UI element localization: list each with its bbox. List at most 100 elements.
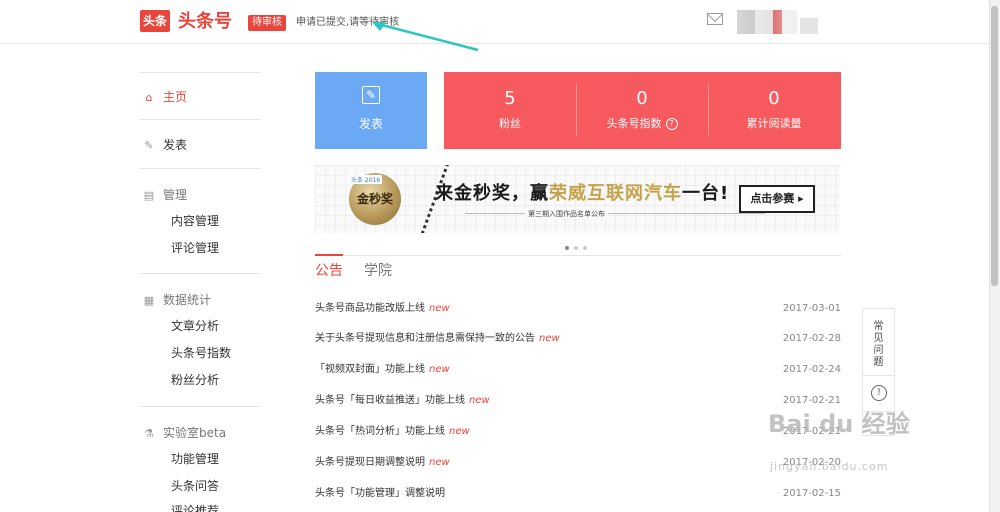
sidebar-section-stats: ▦ 数据统计 [143,292,211,309]
announcement-title: 关于头条号提现信息和注册信息需保持一致的公告 [315,333,535,344]
sidebar-item-qa[interactable]: 头条问答 [171,478,219,494]
watermark-main: Bai du 经验 [768,410,910,438]
publish-card[interactable]: ✎ 发表 [315,72,427,149]
baidu-watermark: Bai du 经验 jingyan.baidu.com [768,404,910,473]
sidebar-item-publish[interactable]: ✎ 发表 [143,137,187,154]
announcement-date: 2017-02-15 [782,488,841,499]
tab-academy[interactable]: 学院 [364,262,392,280]
sidebar-item-content-manage[interactable]: 内容管理 [171,213,219,229]
announcement-title: 头条号「热词分析」功能上线 [315,426,445,437]
sidebar-item-fans-analysis[interactable]: 粉丝分析 [171,372,219,388]
sidebar-section-label: 数据统计 [163,293,212,307]
publish-card-label: 发表 [358,117,383,131]
join-button[interactable]: 点击参赛 ▸ [739,185,815,213]
announcement-title: 头条号「每日收益推送」功能上线 [315,395,465,406]
announcement-row[interactable]: 关于头条号提现信息和注册信息需保持一致的公告 new 2017-02-28 [315,331,841,347]
announcement-row[interactable]: 头条号「每日收益推送」功能上线 new 2017-02-21 [315,393,841,409]
chart-icon: ▦ [143,294,155,307]
edit-icon: ✎ [144,139,154,152]
stat-account-index[interactable]: 0 头条号指数? [576,72,708,149]
active-tab-indicator [315,254,343,256]
new-tag: new [429,364,450,375]
sidebar-item-comment-recommend[interactable]: 评论推荐 [171,503,219,512]
banner-subtitle: 第三期入围作品名单公布 [525,209,608,219]
banner-title-highlight: 荣威互联网汽车 [549,183,682,204]
stat-label: 粉丝 [499,117,521,130]
stat-value: 5 [504,88,516,109]
stat-value: 0 [768,88,780,109]
top-header: 头条 头条号 待审核 申请已提交,请等待审核 [0,0,1000,44]
new-tag: new [469,395,490,406]
announcement-row[interactable]: 头条号提现日期调整说明 new 2017-02-20 [315,455,841,471]
alert-icon[interactable]: ! [871,385,887,401]
sidebar-section-manage: ▤ 管理 [143,187,187,204]
carousel-dot[interactable] [574,246,578,250]
banner-title-pre: 来金秒奖，赢 [435,183,549,204]
sidebar-item-account-index[interactable]: 头条号指数 [171,345,231,361]
faq-label: 常见问题 [873,321,884,368]
mail-icon[interactable] [707,13,723,25]
sidebar-item-feature-manage[interactable]: 功能管理 [171,451,219,467]
flask-icon: ⚗ [144,427,154,440]
banner-title-post: 一台! [682,183,730,204]
announcement-row[interactable]: 头条号商品功能改版上线 new 2017-03-01 [315,301,841,317]
new-tag: new [449,426,470,437]
pencil-icon: ✎ [362,86,380,104]
faq-button[interactable]: 常见问题 [863,321,894,369]
sidebar-item-article-analysis[interactable]: 文章分析 [171,318,219,334]
promo-banner[interactable]: 金秒奖 头条 2016 来金秒奖，赢荣威互联网汽车一台! 第三期入围作品名单公布… [315,165,840,233]
help-icon[interactable]: ? [665,118,678,130]
stat-label-text: 头条号指数 [606,117,662,130]
carousel-dot[interactable] [565,246,569,250]
sidebar-divider [140,273,260,274]
tab-announcements[interactable]: 公告 [315,262,343,280]
announcement-title: 头条号商品功能改版上线 [315,303,425,314]
new-tag: new [429,303,450,314]
medal-tag: 头条 2016 [349,175,383,184]
carousel-dots [565,239,592,253]
sidebar-section-lab: ⚗ 实验室beta [143,425,226,442]
stat-fans[interactable]: 5 粉丝 [444,72,576,149]
watermark-url: jingyan.baidu.com [770,460,889,473]
stats-card: 5 粉丝 0 头条号指数? 0 累计阅读量 [444,72,841,149]
new-tag: new [429,457,450,468]
tabs-divider [315,255,841,256]
avatar[interactable] [737,10,797,34]
announcement-title: 头条号「功能管理」调整说明 [315,488,445,499]
announcement-date: 2017-02-28 [782,333,841,344]
status-badge: 待审核 [248,15,286,31]
sidebar-section-label: 管理 [163,188,188,202]
sidebar-divider [140,406,260,407]
stat-label: 累计阅读量 [746,117,802,130]
sidebar-item-label: 主页 [163,90,188,104]
announcement-title: 头条号提现日期调整说明 [315,457,425,468]
carousel-dot[interactable] [583,246,587,250]
announcement-date: 2017-03-01 [782,303,841,314]
sidebar-section-label: 实验室beta [163,426,227,440]
announcement-title: 「视频双封面」功能上线 [315,364,425,375]
stat-total-reads[interactable]: 0 累计阅读量 [708,72,840,149]
scrollbar-thumb[interactable] [991,6,998,286]
banner-title: 来金秒奖，赢荣威互联网汽车一台! [435,179,729,205]
sidebar-item-home[interactable]: ⌂ 主页 [143,89,188,106]
banner-rule [465,213,765,214]
home-icon: ⌂ [145,91,153,104]
announcement-row[interactable]: 头条号「热词分析」功能上线 new 2017-02-21 [315,424,841,440]
new-tag: new [539,333,560,344]
announcement-row[interactable]: 头条号「功能管理」调整说明 2017-02-15 [315,486,841,502]
folder-icon: ▤ [143,189,155,202]
sidebar-divider [140,72,260,73]
logo-mark[interactable]: 头条 [140,10,170,32]
stat-label: 头条号指数? [576,116,708,132]
account-name-blurred[interactable] [800,18,818,34]
sidebar-item-label: 发表 [163,138,188,152]
status-note: 申请已提交,请等待审核 [296,17,400,28]
sidebar-item-comment-manage[interactable]: 评论管理 [171,240,219,256]
sidebar-divider [140,168,260,169]
announcement-row[interactable]: 「视频双封面」功能上线 new 2017-02-24 [315,362,841,378]
faq-divider [863,375,894,376]
stat-value: 0 [636,88,648,109]
sidebar-divider [140,119,260,120]
logo-text[interactable]: 头条号 [178,10,232,34]
announcement-date: 2017-02-24 [782,364,841,375]
